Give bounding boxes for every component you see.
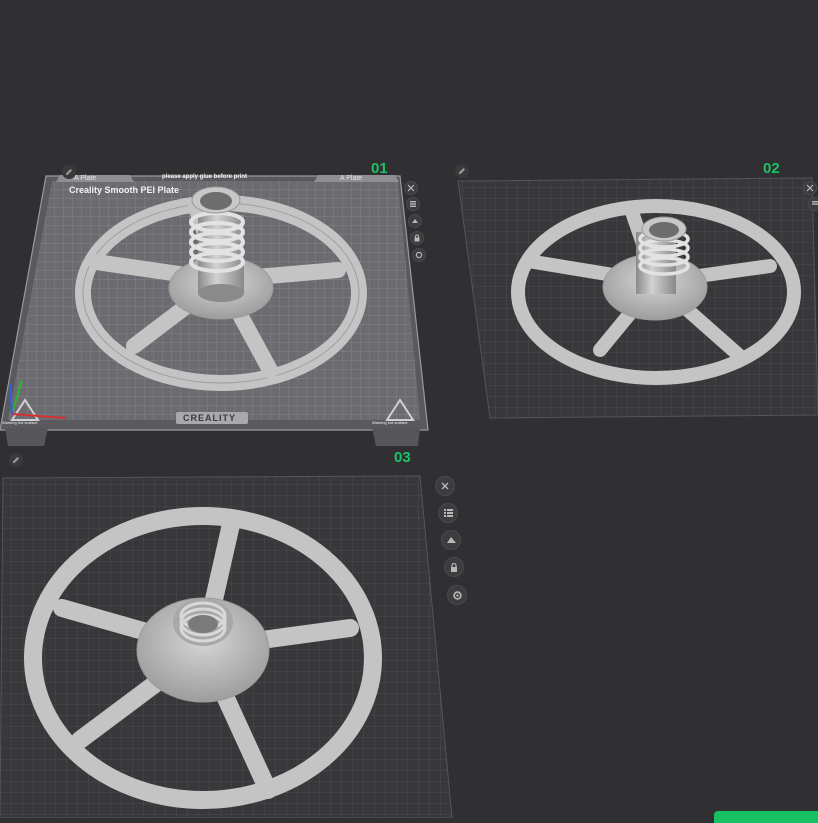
plate-01-arrange-icon[interactable]: [406, 197, 420, 211]
plate-03-close-icon[interactable]: [435, 476, 455, 496]
plate-tab-label-right: A Plate: [340, 175, 363, 182]
plate-number-01[interactable]: 01: [371, 160, 388, 177]
plate-03-settings-icon[interactable]: [447, 585, 467, 605]
plate-01-close-icon[interactable]: [404, 181, 418, 195]
plate-01-orient-icon[interactable]: [408, 214, 422, 228]
plate-01-settings-icon[interactable]: [412, 248, 426, 262]
plate-03-orient-icon[interactable]: [441, 530, 461, 550]
plate-03-lock-icon[interactable]: [444, 557, 464, 577]
plate-02-close-icon[interactable]: [803, 181, 817, 195]
viewport-3d[interactable]: [0, 0, 818, 818]
plate-warning-left: Warning hot surface: [2, 420, 38, 425]
plate-brand-logo: CREALITY: [183, 413, 236, 423]
plate-01-edit-icon[interactable]: [62, 165, 76, 179]
plate-number-03[interactable]: 03: [394, 449, 411, 466]
plate-tab-label-left: A Plate: [74, 175, 97, 182]
slice-button[interactable]: [714, 811, 818, 823]
plate-notice: please apply glue before print: [162, 174, 248, 180]
plate-02-edit-icon[interactable]: [455, 164, 469, 178]
plate-02-arrange-icon[interactable]: [808, 197, 818, 211]
plate-number-02[interactable]: 02: [763, 160, 780, 177]
plate-03-edit-icon[interactable]: [9, 453, 23, 467]
plate-03-arrange-icon[interactable]: [438, 503, 458, 523]
plate-01-lock-icon[interactable]: [410, 231, 424, 245]
plate-warning-right: Warning hot surface: [372, 420, 408, 425]
plate-sheet-name: Creality Smooth PEI Plate: [69, 185, 180, 195]
